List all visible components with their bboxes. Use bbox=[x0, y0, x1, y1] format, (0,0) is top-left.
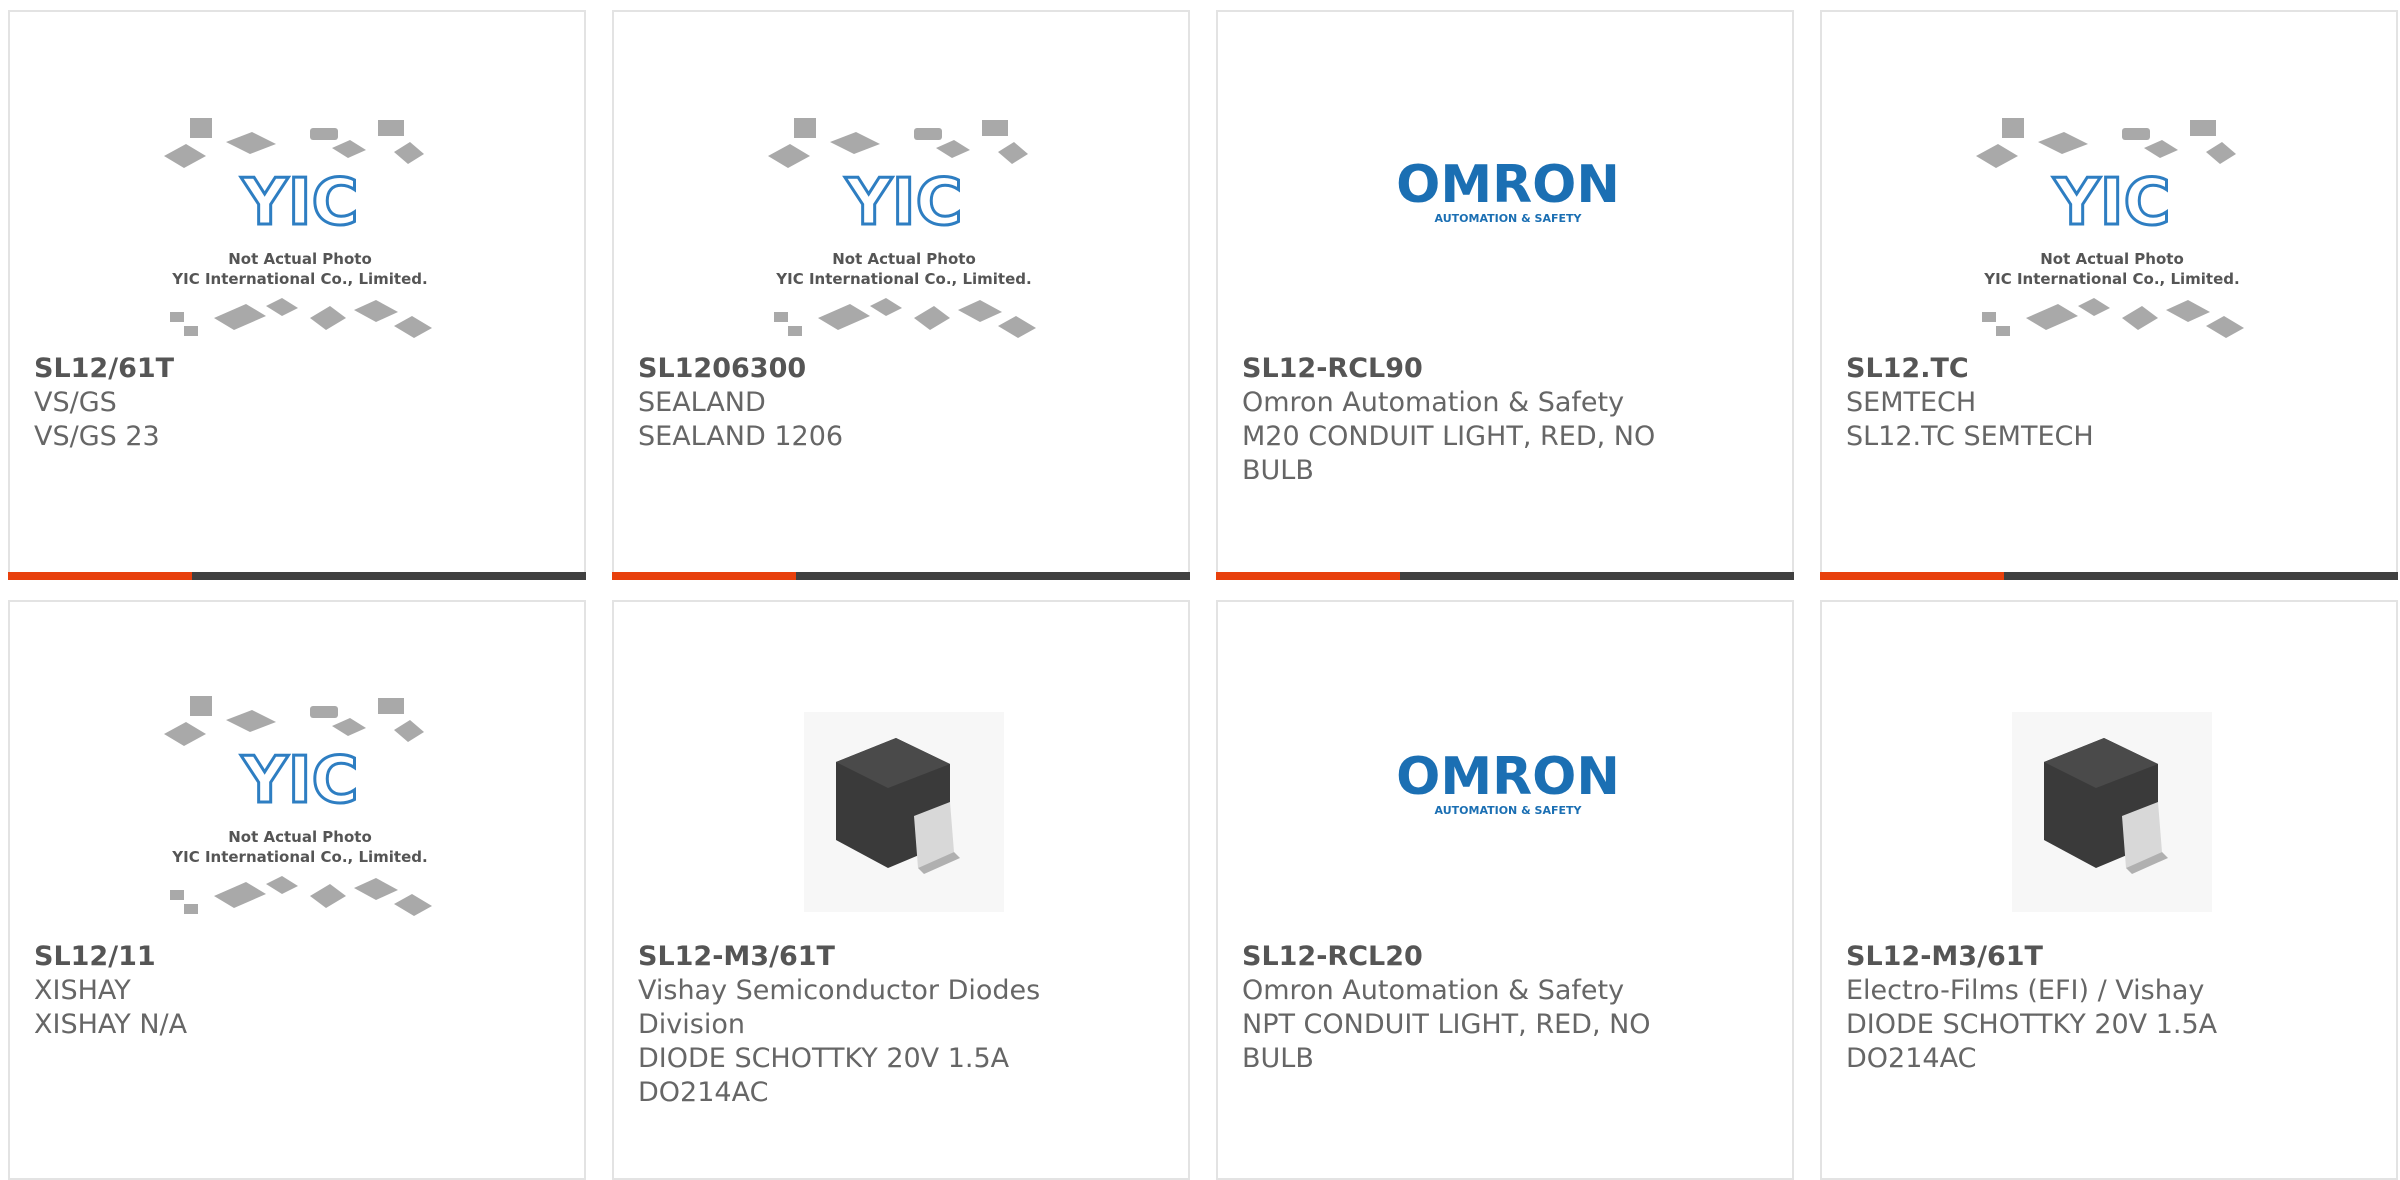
description: VS/GS 23 bbox=[34, 421, 160, 452]
placeholder-photo: YIC Not Actual Photo YIC International C… bbox=[768, 118, 1036, 338]
svg-text:Not Actual Photo: Not Actual Photo bbox=[228, 250, 372, 268]
description: NPT CONDUIT LIGHT, RED, NO bbox=[1242, 1009, 1651, 1040]
part-number[interactable]: SL1206300 bbox=[638, 352, 1078, 386]
svg-text:YIC International Co., Limited: YIC International Co., Limited. bbox=[775, 270, 1031, 288]
diode-package-photo bbox=[2012, 712, 2212, 912]
placeholder-photo: YIC Not Actual Photo YIC International C… bbox=[164, 696, 432, 916]
part-number[interactable]: SL12-M3/61T bbox=[638, 940, 1078, 974]
description: DIODE SCHOTTKY 20V 1.5A bbox=[638, 1043, 1010, 1074]
manufacturer: XISHAY bbox=[34, 975, 131, 1006]
svg-text:YIC International Co., Limited: YIC International Co., Limited. bbox=[171, 848, 427, 866]
part-number[interactable]: SL12.TC bbox=[1846, 352, 2286, 386]
part-number[interactable]: SL12/11 bbox=[34, 940, 474, 974]
product-info: SL12.TC SEMTECH SL12.TC SEMTECH bbox=[1846, 352, 2286, 454]
svg-text:Not Actual Photo: Not Actual Photo bbox=[2040, 250, 2184, 268]
manufacturer: SEMTECH bbox=[1846, 387, 1977, 418]
product-info: SL12/61T VS/GS VS/GS 23 bbox=[34, 352, 474, 454]
part-number[interactable]: SL12-M3/61T bbox=[1846, 940, 2286, 974]
svg-text:YIC: YIC bbox=[240, 744, 358, 818]
description: DIODE SCHOTTKY 20V 1.5A bbox=[1846, 1009, 2218, 1040]
description: DO214AC bbox=[638, 1077, 769, 1108]
svg-text:AUTOMATION & SAFETY: AUTOMATION & SAFETY bbox=[1435, 212, 1583, 225]
manufacturer: Omron Automation & Safety bbox=[1242, 975, 1625, 1006]
card-footer-bar bbox=[1216, 572, 1794, 580]
part-number[interactable]: SL12/61T bbox=[34, 352, 474, 386]
manufacturer: SEALAND bbox=[638, 387, 766, 418]
description: BULB bbox=[1242, 1043, 1314, 1074]
description: SL12.TC SEMTECH bbox=[1846, 421, 2094, 452]
description: BULB bbox=[1242, 455, 1314, 486]
product-info: SL1206300 SEALAND SEALAND 1206 bbox=[638, 352, 1078, 454]
part-number[interactable]: SL12-RCL90 bbox=[1242, 352, 1682, 386]
product-card[interactable]: YIC Not Actual Photo YIC International C… bbox=[1820, 10, 2398, 580]
card-footer-accent bbox=[612, 572, 796, 580]
manufacturer: Electro-Films (EFI) / Vishay bbox=[1846, 975, 2205, 1006]
diode-package-photo bbox=[804, 712, 1004, 912]
product-card[interactable]: YIC Not Actual Photo YIC International C… bbox=[8, 10, 586, 580]
manufacturer: VS/GS bbox=[34, 387, 117, 418]
svg-text:Not Actual Photo: Not Actual Photo bbox=[832, 250, 976, 268]
card-footer-bar bbox=[612, 572, 1190, 580]
svg-text:YIC: YIC bbox=[844, 166, 962, 240]
svg-text:AUTOMATION & SAFETY: AUTOMATION & SAFETY bbox=[1435, 804, 1583, 817]
omron-logo: OMRON AUTOMATION & SAFETY bbox=[1396, 747, 1620, 817]
product-info: SL12-M3/61T Electro-Films (EFI) / Vishay… bbox=[1846, 940, 2286, 1076]
product-card[interactable]: OMRON AUTOMATION & SAFETY SL12-RCL90 Omr… bbox=[1216, 10, 1794, 580]
product-card[interactable]: SL12-M3/61T Electro-Films (EFI) / Vishay… bbox=[1820, 600, 2398, 1180]
svg-text:YIC: YIC bbox=[2052, 166, 2170, 240]
description: SEALAND 1206 bbox=[638, 421, 844, 452]
product-info: SL12-RCL20 Omron Automation & Safety NPT… bbox=[1242, 940, 1682, 1076]
card-footer-accent bbox=[1216, 572, 1400, 580]
description: XISHAY N/A bbox=[34, 1009, 188, 1040]
card-footer-bar bbox=[1820, 572, 2398, 580]
description: DO214AC bbox=[1846, 1043, 1977, 1074]
product-card[interactable]: YIC Not Actual Photo YIC International C… bbox=[8, 600, 586, 1180]
part-number[interactable]: SL12-RCL20 bbox=[1242, 940, 1682, 974]
card-footer-accent bbox=[8, 572, 192, 580]
placeholder-photo: YIC Not Actual Photo YIC International C… bbox=[1976, 118, 2244, 338]
omron-logo: OMRON AUTOMATION & SAFETY bbox=[1396, 155, 1620, 225]
product-info: SL12/11 XISHAY XISHAY N/A bbox=[34, 940, 474, 1042]
description: Division bbox=[638, 1009, 745, 1040]
svg-text:YIC: YIC bbox=[240, 166, 358, 240]
manufacturer: Omron Automation & Safety bbox=[1242, 387, 1625, 418]
product-card[interactable]: YIC Not Actual Photo YIC International C… bbox=[612, 10, 1190, 580]
placeholder-photo: YIC Not Actual Photo YIC International C… bbox=[164, 118, 432, 338]
product-info: SL12-M3/61T Vishay Semiconductor Diodes … bbox=[638, 940, 1078, 1110]
product-card[interactable]: SL12-M3/61T Vishay Semiconductor Diodes … bbox=[612, 600, 1190, 1180]
card-footer-bar bbox=[8, 572, 586, 580]
manufacturer: Vishay Semiconductor Diodes bbox=[638, 975, 1041, 1006]
svg-text:YIC International Co., Limited: YIC International Co., Limited. bbox=[171, 270, 427, 288]
product-info: SL12-RCL90 Omron Automation & Safety M20… bbox=[1242, 352, 1682, 488]
svg-text:Not Actual Photo: Not Actual Photo bbox=[228, 828, 372, 846]
svg-text:OMRON: OMRON bbox=[1396, 155, 1620, 215]
card-footer-accent bbox=[1820, 572, 2004, 580]
svg-text:YIC International Co., Limited: YIC International Co., Limited. bbox=[1983, 270, 2239, 288]
product-card[interactable]: OMRON AUTOMATION & SAFETY SL12-RCL20 Omr… bbox=[1216, 600, 1794, 1180]
description: M20 CONDUIT LIGHT, RED, NO bbox=[1242, 421, 1656, 452]
svg-text:OMRON: OMRON bbox=[1396, 747, 1620, 807]
